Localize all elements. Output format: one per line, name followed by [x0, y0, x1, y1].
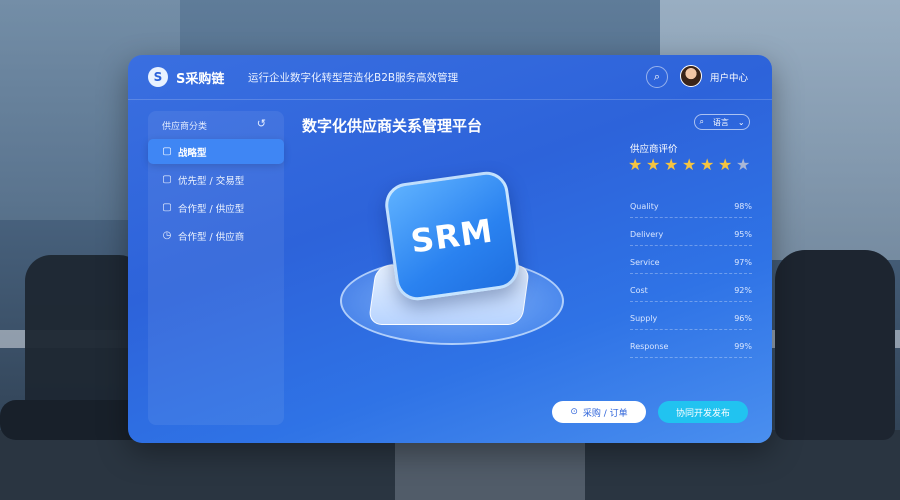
- document-icon: ▢: [162, 174, 172, 185]
- metric-value: 99%: [734, 341, 752, 351]
- header: S S采购链 运行企业数字化转型营造化B2B服务高效管理 ⌕ 用户中心: [128, 55, 772, 100]
- cart-icon: ⊙: [570, 407, 578, 417]
- search-icon[interactable]: ⌕: [646, 66, 668, 88]
- metric-label: Quality: [630, 201, 659, 211]
- sidebar-item-strategic[interactable]: ▢ 战略型: [148, 139, 284, 164]
- search-small-icon: ⌕: [699, 117, 704, 126]
- srm-cube: SRM: [382, 168, 522, 304]
- sidebar-item-label: 战略型: [178, 147, 207, 159]
- metric-row: Service 97%: [630, 251, 752, 274]
- star-icon: ★: [628, 155, 643, 174]
- metric-value: 95%: [734, 229, 752, 239]
- sidebar-item-supplier[interactable]: ◷ 合作型 / 供应商: [148, 223, 284, 248]
- collaborate-label: 协同开发发布: [675, 408, 730, 419]
- metric-label: Supply: [630, 313, 658, 323]
- metric-value: 98%: [734, 201, 752, 211]
- chevron-down-icon: ⌄: [737, 117, 745, 127]
- metric-row: Response 99%: [630, 335, 752, 358]
- briefcase-icon: ▢: [162, 202, 172, 213]
- star-icon: ★: [736, 155, 751, 174]
- metric-label: Response: [630, 341, 669, 351]
- star-icon: ★: [664, 155, 679, 174]
- metric-row: Quality 98%: [630, 195, 752, 218]
- user-menu[interactable]: 用户中心: [710, 70, 748, 84]
- tagline: 运行企业数字化转型营造化B2B服务高效管理: [248, 72, 459, 84]
- star-rating: ★ ★ ★ ★ ★ ★ ★: [628, 157, 752, 173]
- metric-row: Delivery 95%: [630, 223, 752, 246]
- sidebar: 供应商分类 ↺ ▢ 战略型 ▢ 优先型 / 交易型 ▢ 合作型 / 供应型 ◷ …: [148, 111, 284, 425]
- metric-label: Service: [630, 257, 660, 267]
- page-title: 数字化供应商关系管理平台: [302, 117, 483, 135]
- star-icon: ★: [646, 155, 661, 174]
- language-select[interactable]: ⌕ 语言 ⌄: [694, 114, 750, 130]
- srm-cube-text: SRM: [408, 211, 496, 261]
- sidebar-heading: 供应商分类: [162, 122, 208, 132]
- logo-icon: S: [148, 67, 168, 87]
- star-icon: ★: [700, 155, 715, 174]
- sidebar-item-label: 合作型 / 供应型: [178, 203, 245, 215]
- srm-illustration: SRM: [338, 165, 568, 365]
- metric-label: Cost: [630, 285, 648, 295]
- collaborate-button[interactable]: 协同开发发布: [658, 401, 748, 423]
- refresh-icon[interactable]: ↺: [257, 117, 266, 130]
- clipboard-icon: ▢: [162, 146, 172, 157]
- sidebar-item-cooperative[interactable]: ▢ 合作型 / 供应型: [148, 195, 284, 220]
- metric-value: 96%: [734, 313, 752, 323]
- language-label: 语言: [712, 117, 729, 127]
- metric-value: 97%: [734, 257, 752, 267]
- star-icon: ★: [718, 155, 733, 174]
- star-icon: ★: [682, 155, 697, 174]
- sidebar-item-label: 优先型 / 交易型: [178, 175, 245, 187]
- rating-title: 供应商评价: [630, 144, 678, 155]
- metric-row: Cost 92%: [630, 279, 752, 302]
- sidebar-item-label: 合作型 / 供应商: [178, 231, 245, 243]
- purchase-order-label: 采购 / 订单: [582, 408, 628, 419]
- clock-icon: ◷: [162, 230, 172, 241]
- metric-label: Delivery: [630, 229, 664, 239]
- background-cabinet: [395, 438, 585, 500]
- avatar[interactable]: [680, 65, 702, 87]
- app-panel: S S采购链 运行企业数字化转型营造化B2B服务高效管理 ⌕ 用户中心 供应商分…: [128, 55, 772, 443]
- sidebar-item-preferred[interactable]: ▢ 优先型 / 交易型: [148, 167, 284, 192]
- metric-row: Supply 96%: [630, 307, 752, 330]
- background-chair-right: [775, 250, 895, 440]
- metric-value: 92%: [734, 285, 752, 295]
- logo-text[interactable]: S采购链: [176, 68, 224, 87]
- purchase-order-button[interactable]: ⊙ 采购 / 订单: [552, 401, 646, 423]
